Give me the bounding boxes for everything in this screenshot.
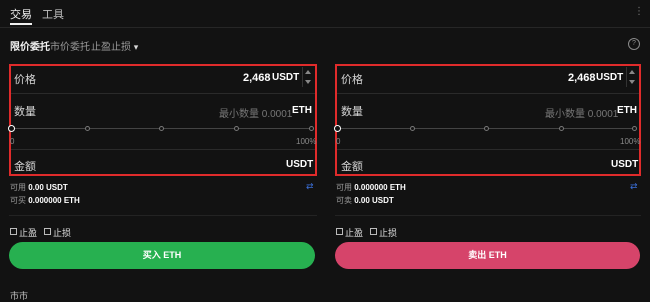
tab-market-order[interactable]: 市价委托 xyxy=(50,38,90,53)
buy-amount-unit: ETH xyxy=(292,105,312,116)
sell-slider-tick-100[interactable] xyxy=(632,126,637,131)
sell-available-value: 0.000000 ETH xyxy=(354,183,406,192)
buy-total-input[interactable]: USDT xyxy=(286,159,313,170)
sell-available-label: 可用 xyxy=(336,183,352,192)
buy-total-label: 金额 xyxy=(14,161,36,173)
buy-price-input[interactable]: 2,468 xyxy=(243,72,271,84)
buy-slider-tick-50[interactable] xyxy=(159,126,164,131)
tab-trade[interactable]: 交易 xyxy=(10,6,32,22)
sell-eth-button[interactable]: 卖出 ETH xyxy=(335,242,640,269)
sell-price-unit: USDT xyxy=(596,72,624,83)
sell-available: 可用 0.000000 ETH xyxy=(336,182,406,193)
buy-eth-button[interactable]: 买入 ETH xyxy=(9,242,315,269)
sell-stop-loss-checkbox[interactable] xyxy=(370,228,377,235)
sell-section-divider xyxy=(335,215,641,216)
buy-slider-tick-100[interactable] xyxy=(309,126,314,131)
buy-section-divider xyxy=(9,215,317,216)
sell-amount-input[interactable]: 最小数量 0.0001 xyxy=(545,105,618,120)
swap-icon[interactable]: ⇄ xyxy=(306,181,314,192)
buy-available-value: 0.00 USDT xyxy=(28,183,68,192)
chevron-down-icon: ▾ xyxy=(133,42,139,52)
sell-row-divider xyxy=(337,149,639,150)
step-up-icon[interactable] xyxy=(629,70,635,74)
sell-sellable-value: 0.00 USDT xyxy=(354,196,394,205)
buy-row-divider xyxy=(11,149,315,150)
buy-price-unit: USDT xyxy=(272,72,300,83)
tab-trade-underline xyxy=(10,23,32,25)
sell-amount-label: 数量 xyxy=(341,106,363,118)
tab-tools[interactable]: 工具 xyxy=(42,6,64,22)
buy-slider-tick-25[interactable] xyxy=(85,126,90,131)
buy-amount-label: 数量 xyxy=(14,106,36,118)
buy-slider-min-label: 0 xyxy=(10,137,15,146)
sell-total-label: 金额 xyxy=(341,161,363,173)
buy-slider-tick-75[interactable] xyxy=(234,126,239,131)
sell-slider-handle[interactable] xyxy=(334,125,341,132)
buy-buyable-label: 可买 xyxy=(10,196,26,205)
buy-buyable-value: 0.000000 ETH xyxy=(28,196,80,205)
tab-limit-order[interactable]: 限价委托 xyxy=(10,38,50,53)
stepper-icon[interactable] xyxy=(302,67,314,87)
sell-take-profit-label: 止盈 xyxy=(345,228,364,238)
top-tab-bar: 交易 工具 ⋮ xyxy=(0,0,650,28)
sell-row-divider xyxy=(337,93,639,94)
buy-stop-loss-checkbox[interactable] xyxy=(44,228,51,235)
sell-amount-unit: ETH xyxy=(617,105,637,116)
sell-sellable-label: 可卖 xyxy=(336,196,352,205)
sell-total-input[interactable]: USDT xyxy=(611,159,638,170)
buy-slider-max-label: 100% xyxy=(296,137,317,146)
buy-price-label: 价格 xyxy=(14,74,36,86)
buy-slider-handle[interactable] xyxy=(8,125,15,132)
step-down-icon[interactable] xyxy=(629,80,635,84)
sell-stop-loss-label: 止损 xyxy=(379,228,398,238)
buy-available-label: 可用 xyxy=(10,183,26,192)
swap-icon[interactable]: ⇄ xyxy=(630,181,638,192)
sell-slider-tick-75[interactable] xyxy=(559,126,564,131)
buy-row-divider xyxy=(11,93,315,94)
buy-input-panel xyxy=(9,64,317,176)
sell-sellable: 可卖 0.00 USDT xyxy=(336,195,394,206)
stepper-icon[interactable] xyxy=(626,67,638,87)
sell-take-profit-checkbox[interactable] xyxy=(336,228,343,235)
sell-price-label: 价格 xyxy=(341,74,363,86)
step-down-icon[interactable] xyxy=(305,80,311,84)
buy-buyable: 可买 0.000000 ETH xyxy=(10,195,80,206)
bottom-label: 市市 xyxy=(10,291,29,301)
sell-slider-max-label: 100% xyxy=(620,137,641,146)
buy-amount-input[interactable]: 最小数量 0.0001 xyxy=(219,105,292,120)
sell-slider-min-label: 0 xyxy=(336,137,341,146)
sell-slider-tick-25[interactable] xyxy=(410,126,415,131)
step-up-icon[interactable] xyxy=(305,70,311,74)
help-circle-icon[interactable]: ? xyxy=(628,38,640,50)
tab-stop-order-label: 止盈止损 xyxy=(91,42,131,53)
more-icon[interactable]: ⋮ xyxy=(634,6,644,17)
top-divider xyxy=(0,27,650,28)
buy-stop-loss-label: 止损 xyxy=(53,228,72,238)
sell-slider-tick-50[interactable] xyxy=(484,126,489,131)
buy-take-profit-label: 止盈 xyxy=(19,228,38,238)
buy-take-profit-checkbox[interactable] xyxy=(10,228,17,235)
tab-stop-order[interactable]: 止盈止损 ▾ xyxy=(91,38,138,53)
buy-available: 可用 0.00 USDT xyxy=(10,182,68,193)
sell-price-input[interactable]: 2,468 xyxy=(568,72,596,84)
